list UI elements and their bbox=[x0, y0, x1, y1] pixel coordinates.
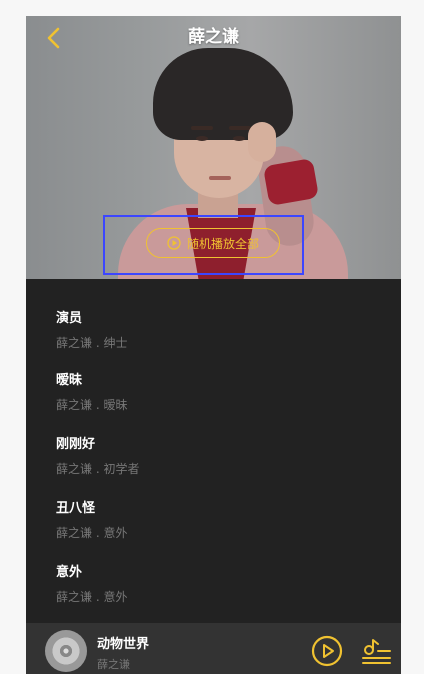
song-item[interactable]: 意外 薛之谦 . 意外 bbox=[26, 535, 401, 604]
song-title: 刚刚好 bbox=[56, 437, 96, 452]
play-button[interactable] bbox=[311, 635, 343, 667]
song-item[interactable]: 暧昧 薛之谦 . 暧昧 bbox=[26, 343, 401, 412]
artist-hero: 薛之谦 随机播放全部 bbox=[26, 16, 401, 279]
song-subtitle: 薛之谦 . 意外 bbox=[56, 590, 128, 604]
play-all-button[interactable]: 随机播放全部 bbox=[146, 228, 280, 258]
song-title: 丑八怪 bbox=[56, 501, 96, 516]
song-item[interactable]: 丑八怪 薛之谦 . 意外 bbox=[26, 471, 401, 540]
playlist-icon[interactable] bbox=[360, 637, 392, 665]
play-all-label: 随机播放全部 bbox=[186, 236, 259, 251]
now-playing-bar[interactable]: 动物世界 薛之谦 bbox=[26, 623, 401, 674]
song-item[interactable]: 刚刚好 薛之谦 . 初学者 bbox=[26, 407, 401, 476]
now-playing-artist: 薛之谦 bbox=[97, 658, 130, 671]
song-title: 暧昧 bbox=[56, 373, 83, 388]
song-title: 意外 bbox=[56, 565, 83, 580]
page-title: 薛之谦 bbox=[188, 27, 239, 47]
album-cover[interactable] bbox=[45, 630, 87, 672]
song-item[interactable]: 演员 薛之谦 . 绅士 bbox=[26, 279, 401, 350]
now-playing-title: 动物世界 bbox=[97, 637, 150, 652]
song-list: 演员 薛之谦 . 绅士 暧昧 薛之谦 . 暧昧 刚刚好 薛之谦 . 初学者 丑八… bbox=[26, 279, 401, 604]
play-circle-icon bbox=[167, 236, 181, 250]
app-container: 薛之谦 随机播放全部 演员 薛之谦 . 绅士 暧昧 薛之谦 . 暧昧 刚刚好 薛… bbox=[26, 16, 401, 674]
song-title: 演员 bbox=[56, 311, 83, 326]
